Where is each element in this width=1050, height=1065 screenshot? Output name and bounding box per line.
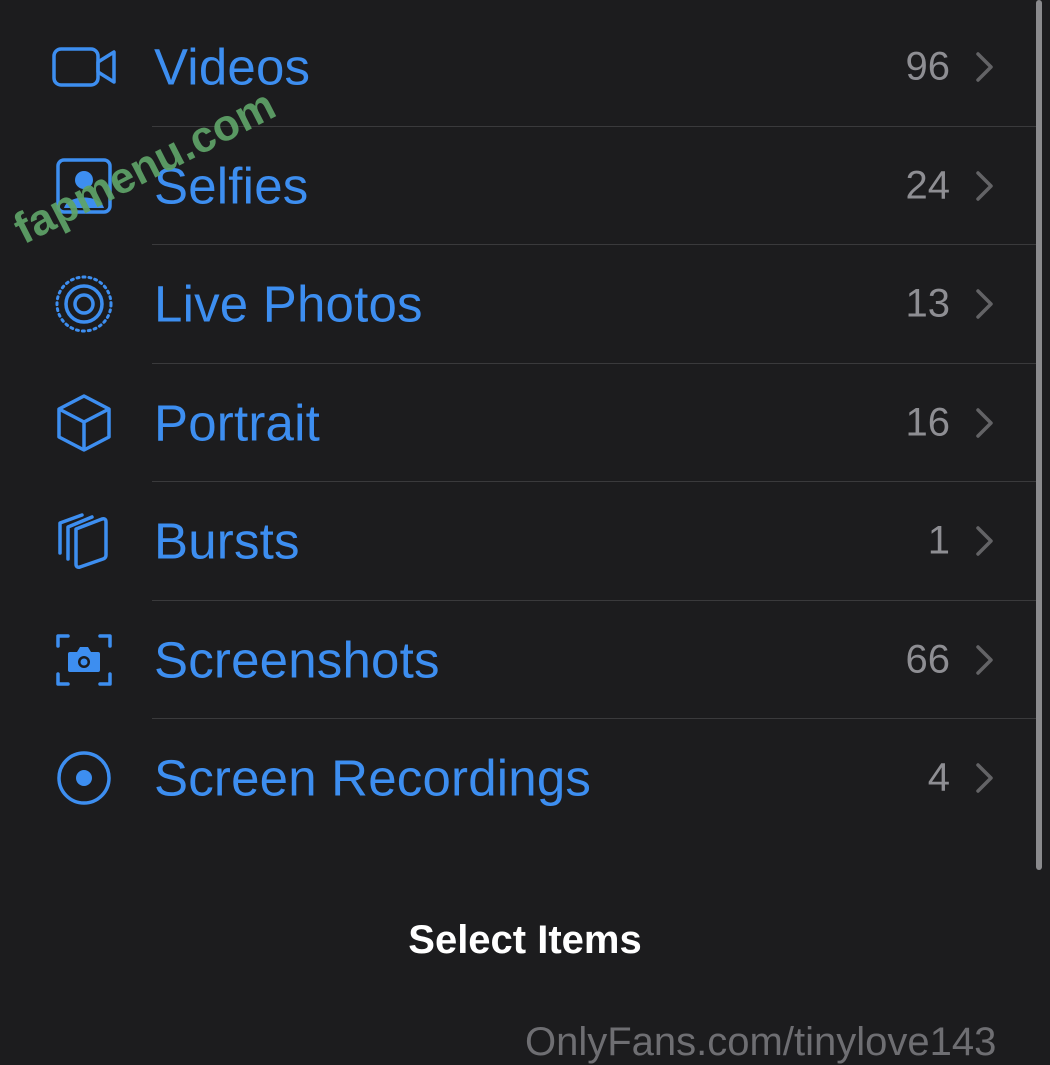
list-item-label: Portrait — [154, 394, 320, 452]
list-item-bursts[interactable]: Bursts 1 — [0, 482, 1036, 601]
list-item-videos[interactable]: Videos 96 — [0, 8, 1036, 127]
chevron-right-icon — [976, 645, 993, 675]
list-item-label: Screenshots — [154, 631, 440, 689]
scrollbar[interactable] — [1036, 0, 1042, 870]
cube-icon — [50, 391, 118, 455]
chevron-right-icon — [976, 289, 993, 319]
stacked-squares-icon — [50, 509, 118, 573]
chevron-right-icon — [976, 763, 993, 793]
list-item-screenshots[interactable]: Screenshots 66 — [0, 601, 1036, 719]
list-item-label: Live Photos — [154, 275, 423, 333]
live-photo-icon — [50, 272, 118, 336]
list-item-count: 16 — [905, 400, 951, 445]
list-item-label: Bursts — [154, 512, 300, 570]
record-circle-icon — [50, 746, 118, 810]
list-item-count: 1 — [927, 518, 950, 563]
list-item-live-photos[interactable]: Live Photos 13 — [0, 245, 1036, 364]
chevron-right-icon — [976, 52, 993, 82]
list-item-count: 24 — [905, 163, 951, 208]
list-item-count: 4 — [927, 755, 950, 800]
list-item-portrait[interactable]: Portrait 16 — [0, 364, 1036, 482]
list-item-count: 13 — [905, 281, 951, 326]
chevron-right-icon — [976, 171, 993, 201]
select-items-button[interactable]: Select Items — [0, 918, 1050, 963]
list-item-label: Videos — [154, 38, 311, 96]
list-item-screen-recordings[interactable]: Screen Recordings 4 — [0, 719, 1036, 838]
chevron-right-icon — [976, 408, 993, 438]
media-types-screen: Videos 96 Selfies 24 Live Photos 13 Port… — [0, 0, 1050, 1064]
list-item-count: 66 — [905, 637, 951, 682]
screenshot-camera-icon — [50, 628, 118, 692]
chevron-right-icon — [976, 526, 993, 556]
list-item-label: Screen Recordings — [154, 749, 592, 807]
list-item-count: 96 — [905, 44, 951, 89]
video-camera-icon — [50, 35, 118, 99]
